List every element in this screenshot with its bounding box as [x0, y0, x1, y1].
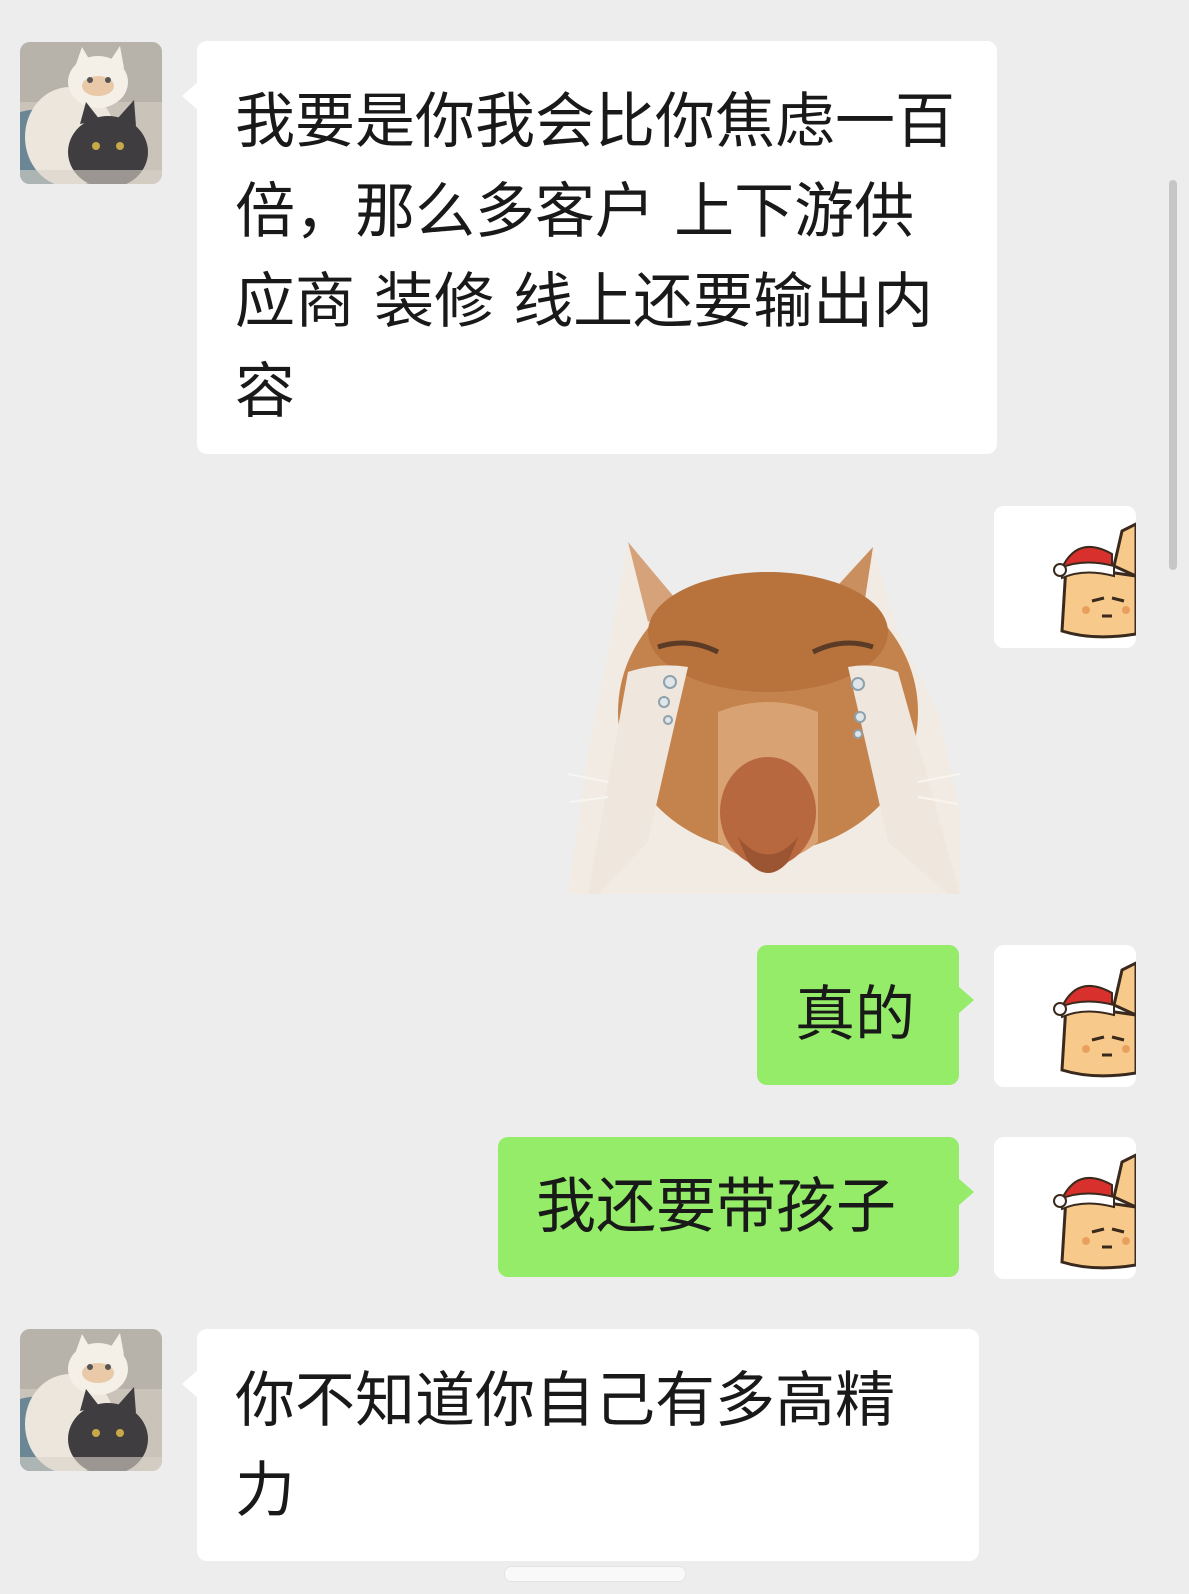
santa-hat-cat-avatar-icon — [994, 506, 1136, 648]
my-avatar[interactable] — [994, 1137, 1136, 1279]
bubble-tail — [182, 82, 198, 110]
message-bubble-outgoing[interactable]: 我还要带孩子 — [498, 1137, 959, 1277]
bubble-tail — [182, 1370, 198, 1398]
santa-hat-cat-avatar-icon — [994, 1137, 1136, 1279]
friend-avatar[interactable] — [20, 1329, 162, 1471]
message-text: 你不知道你自己有多高精力 — [235, 1366, 895, 1526]
home-indicator — [504, 1566, 686, 1582]
message-text: 我要是你我会比你焦虑一百倍，那么多客户 上下游供应商 装修 线上还要输出内容 — [235, 87, 955, 427]
message-text: 真的 — [795, 980, 915, 1050]
message-text: 我还要带孩子 — [536, 1172, 896, 1242]
message-bubble-outgoing[interactable]: 真的 — [757, 945, 959, 1085]
friend-avatar[interactable] — [20, 42, 162, 184]
bubble-tail — [958, 1178, 974, 1206]
bubble-tail — [958, 986, 974, 1014]
my-avatar[interactable] — [994, 945, 1136, 1087]
crying-cat-sticker[interactable] — [567, 512, 961, 894]
two-cats-avatar-icon — [20, 42, 162, 184]
my-avatar[interactable] — [994, 506, 1136, 648]
message-bubble-incoming[interactable]: 你不知道你自己有多高精力 — [197, 1329, 979, 1561]
santa-hat-cat-avatar-icon — [994, 945, 1136, 1087]
crying-cat-sticker-icon — [567, 542, 961, 894]
scrollbar[interactable] — [1169, 180, 1177, 570]
two-cats-avatar-icon — [20, 1329, 162, 1471]
message-bubble-incoming[interactable]: 我要是你我会比你焦虑一百倍，那么多客户 上下游供应商 装修 线上还要输出内容 — [197, 41, 997, 454]
